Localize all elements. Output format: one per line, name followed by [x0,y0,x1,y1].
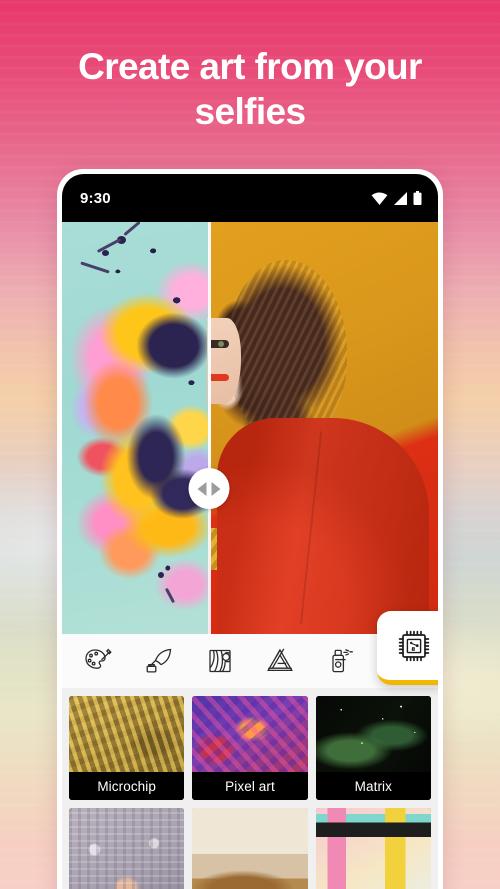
arrow-left-icon [197,481,207,496]
signal-icon [394,191,407,205]
eye [211,340,229,348]
tab-penrose-triangle[interactable] [250,634,311,688]
style-grid-row: Microchip Pixel art Matrix [69,696,431,800]
page-title: Create art from your selfies [78,46,422,132]
quill-pen-icon [146,648,172,673]
stylized-image [62,222,209,634]
status-icons [371,191,422,205]
battery-icon [413,191,422,205]
brush-fleck [102,250,109,256]
phone-screen: 9:30 Microchip Pixel art Matrix [62,174,438,889]
tab-abstract-art[interactable] [189,634,250,688]
red-sweater [217,418,429,634]
style-grid-row [69,808,431,889]
style-card-matrix[interactable]: Matrix [315,696,431,800]
arrow-right-icon [211,481,221,496]
style-card-microchip[interactable]: Microchip [69,696,185,800]
compare-divider [208,222,211,634]
brush-stroke [123,222,141,237]
style-thumbnail [69,808,185,889]
style-card-pixel-art[interactable]: Pixel art [192,696,308,800]
style-card-label: Pixel art [192,772,308,800]
style-grid: Microchip Pixel art Matrix [62,688,438,889]
style-tabs [62,611,438,688]
brush-fleck [158,572,164,578]
spray-can-icon [332,648,353,673]
tab-palette[interactable] [68,634,129,688]
style-thumbnail [315,808,431,889]
tab-spray-can[interactable] [311,634,372,688]
tab-quill-pen[interactable] [129,634,190,688]
brush-stroke [80,261,110,274]
style-card-label: Matrix [315,772,431,800]
style-card[interactable] [192,808,308,889]
style-thumbnail [192,696,308,772]
style-thumbnail [192,808,308,889]
phone-mockup: 9:30 Microchip Pixel art Matrix [57,169,443,889]
compare-viewer[interactable] [62,222,438,634]
style-card-label: Microchip [69,772,185,800]
original-photo [207,222,438,634]
style-thumbnail [69,696,185,772]
brush-stroke [96,238,122,253]
style-card[interactable] [69,808,185,889]
hair [227,260,347,442]
abstract-art-icon [209,649,231,673]
status-bar: 9:30 [62,174,438,222]
style-thumbnail [315,696,431,772]
style-card[interactable] [315,808,431,889]
lips [209,374,229,381]
status-time: 9:30 [80,189,111,207]
wifi-icon [371,192,388,205]
penrose-triangle-icon [267,648,294,672]
compare-slider-handle[interactable] [188,468,230,509]
selected-style-microchip[interactable] [377,611,438,685]
brush-stroke [164,587,176,604]
palette-icon [85,648,113,669]
microchip-icon [398,630,430,661]
promo-page: Create art from your selfies 9:30 Microc… [0,0,500,889]
